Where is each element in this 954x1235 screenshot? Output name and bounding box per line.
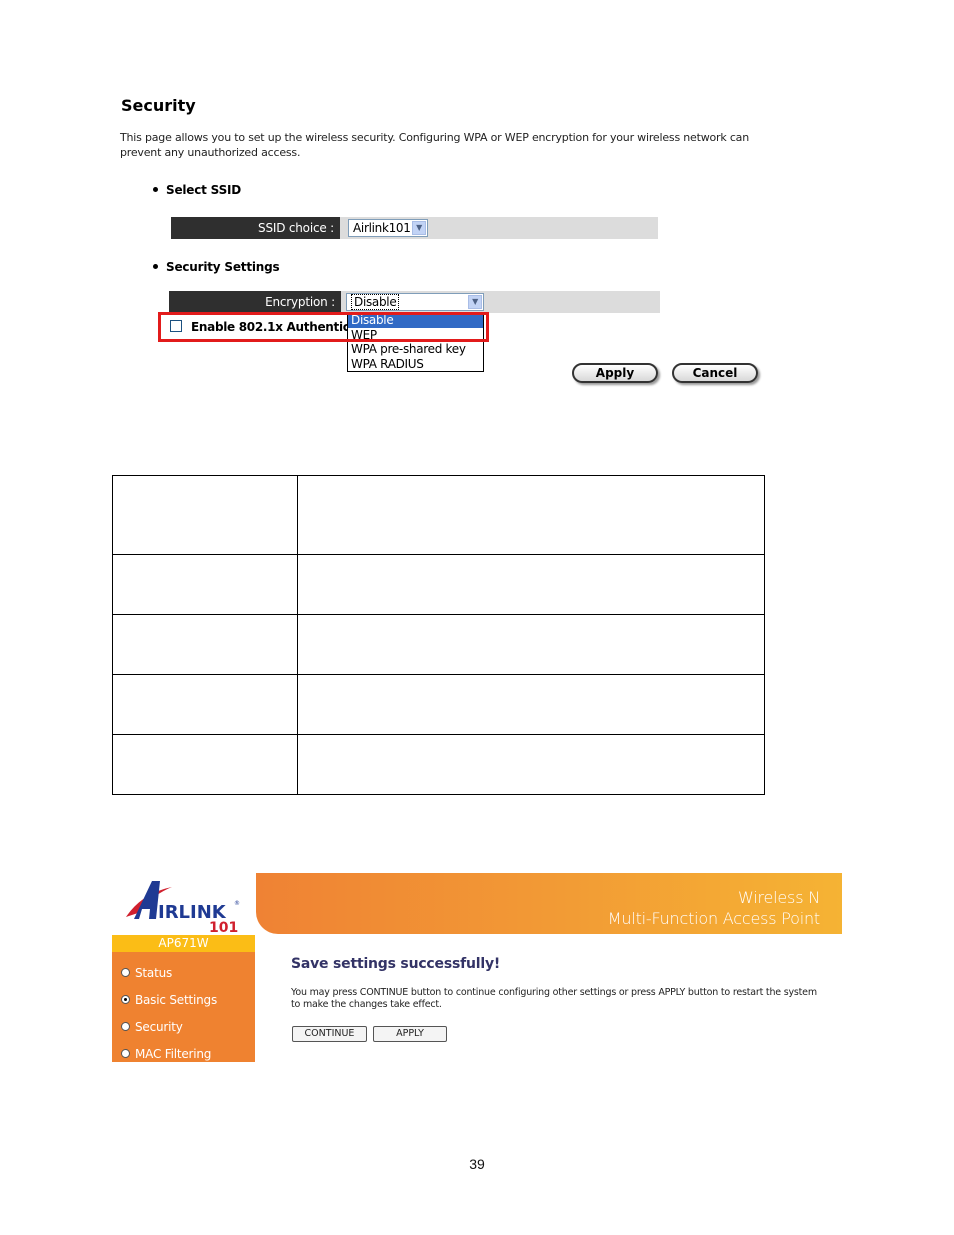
select-ssid-heading: Select SSID [153,183,241,197]
encryption-option-wpa-radius[interactable]: WPA RADIUS [348,357,483,372]
sidebar-item-status[interactable]: Status [121,966,172,980]
radio-icon [121,1022,130,1031]
continue-button[interactable]: CONTINUE [292,1026,367,1042]
ssid-choice-select[interactable]: Airlink101 ▼ [348,219,428,237]
save-success-message: You may press CONTINUE button to continu… [291,987,817,1010]
security-settings-heading-text: Security Settings [166,260,280,274]
enable-8021x-row[interactable]: Enable 802.1x Authentication [170,320,347,334]
sidebar-item-mac-filtering[interactable]: MAC Filtering [121,1047,211,1061]
encryption-value: Disable [351,294,400,310]
table-term-cell [112,734,298,795]
svg-text:101: 101 [209,920,238,935]
table-definition-cell [297,554,765,615]
sidebar-item-security[interactable]: Security [121,1020,183,1034]
table-row [112,614,765,675]
chevron-down-icon[interactable]: ▼ [412,221,426,235]
encryption-option-wep[interactable]: WEP [348,328,483,343]
table-definition-cell [297,674,765,735]
apply-button[interactable]: Apply [572,363,658,383]
apply-restart-button[interactable]: APPLY [373,1026,447,1042]
table-definition-cell [297,734,765,795]
svg-text:®: ® [234,900,240,907]
encryption-row: Encryption : Disable ▼ [169,291,660,313]
ssid-choice-row: SSID choice : Airlink101 ▼ [171,217,658,239]
banner-line1: Wireless N [737,888,820,907]
banner-line2: Multi-Function Access Point [607,909,820,928]
encryption-select[interactable]: Disable ▼ [346,293,484,311]
description-table [112,475,765,795]
ssid-choice-value: Airlink101 [353,221,411,235]
select-ssid-heading-text: Select SSID [166,183,242,197]
airlink-sidebar: Status Basic Settings Security MAC Filte… [112,952,255,1062]
security-description: This page allows you to set up the wirel… [120,131,749,159]
security-settings-heading: Security Settings [153,260,280,274]
radio-icon [121,968,130,977]
enable-8021x-label: Enable 802.1x Authentication [191,320,347,334]
encryption-label: Encryption : [169,291,341,313]
radio-icon [121,1049,130,1058]
airlink-banner: Wireless N Multi-Function Access Point [256,873,842,934]
table-row [112,734,765,795]
table-row [112,475,765,555]
table-definition-cell [297,475,765,555]
enable-8021x-checkbox[interactable] [170,320,182,332]
table-row [112,674,765,735]
sidebar-item-label: Basic Settings [135,993,218,1007]
page-number: 39 [469,1156,485,1172]
table-definition-cell [297,614,765,675]
radio-selected-icon [121,995,130,1004]
bullet-icon [153,264,158,269]
model-label: AP671W [112,935,255,952]
save-success-title: Save settings successfully! [291,956,501,972]
airlink-logo-icon: IRLINK ® 101 [126,881,240,936]
security-page-title: Security [121,96,196,115]
table-row [112,554,765,615]
table-term-cell [112,554,298,615]
encryption-option-wpa-psk[interactable]: WPA pre-shared key [348,342,483,357]
encryption-dropdown-list: Disable WEP WPA pre-shared key WPA RADIU… [347,312,484,372]
encryption-option-disable[interactable]: Disable [348,313,483,328]
sidebar-item-label: Security [135,1020,183,1034]
table-term-cell [112,475,298,555]
chevron-down-icon[interactable]: ▼ [468,295,482,309]
cancel-button[interactable]: Cancel [672,363,758,383]
sidebar-item-label: MAC Filtering [135,1047,212,1061]
table-term-cell [112,614,298,675]
bullet-icon [153,187,158,192]
airlink-logo: IRLINK ® 101 [112,873,255,936]
table-term-cell [112,674,298,735]
sidebar-item-label: Status [135,966,173,980]
ssid-choice-label: SSID choice : [171,217,340,239]
sidebar-item-basic-settings[interactable]: Basic Settings [121,993,217,1007]
